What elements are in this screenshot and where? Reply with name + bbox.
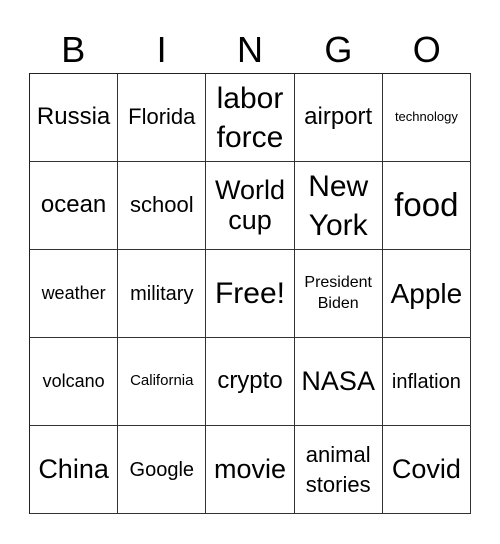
- cell-text: Apple: [390, 277, 463, 309]
- bingo-cell[interactable]: weather: [30, 250, 119, 338]
- bingo-cell[interactable]: technology: [382, 74, 471, 162]
- bingo-cell[interactable]: military: [118, 250, 207, 338]
- bingo-cell[interactable]: movie: [206, 426, 295, 514]
- bingo-cell[interactable]: airport: [294, 74, 383, 162]
- cell-text: animal stories: [305, 441, 371, 497]
- bingo-cell[interactable]: China: [30, 426, 119, 514]
- bingo-cell[interactable]: volcano: [30, 338, 119, 426]
- cell-text: Covid: [391, 453, 461, 484]
- bingo-cell[interactable]: Google: [118, 426, 207, 514]
- bingo-cell[interactable]: food: [382, 162, 471, 250]
- bingo-cell[interactable]: California: [118, 338, 207, 426]
- cell-text: technology: [394, 109, 458, 125]
- bingo-cell[interactable]: Apple: [382, 250, 471, 338]
- cell-text: Google: [129, 458, 195, 481]
- bingo-cell[interactable]: Florida: [118, 74, 207, 162]
- bingo-cell[interactable]: World cup: [206, 162, 295, 250]
- bingo-cell[interactable]: crypto: [206, 338, 295, 426]
- cell-text: World cup: [214, 174, 285, 235]
- cell-text: President Biden: [304, 273, 372, 312]
- bingo-cell[interactable]: ocean: [30, 162, 119, 250]
- bingo-card-grid: Russia Florida labor force airport techn…: [29, 73, 471, 514]
- bingo-cell[interactable]: Covid: [382, 426, 471, 514]
- cell-text: Russia: [36, 103, 111, 131]
- cell-text: Florida: [128, 104, 196, 130]
- bingo-header: B I N G O: [29, 28, 471, 72]
- cell-text: school: [129, 192, 194, 218]
- cell-text: New York: [308, 169, 369, 242]
- bingo-cell[interactable]: school: [118, 162, 207, 250]
- header-letter-o: O: [412, 29, 441, 70]
- bingo-cell[interactable]: Russia: [30, 74, 119, 162]
- cell-text: China: [38, 453, 109, 484]
- bingo-cell[interactable]: inflation: [382, 338, 471, 426]
- cell-text: weather: [41, 282, 106, 303]
- cell-text: crypto: [217, 367, 283, 395]
- cell-text: labor force: [216, 81, 284, 154]
- cell-text: inflation: [391, 370, 461, 393]
- cell-text: ocean: [40, 191, 107, 219]
- header-letter-i: I: [156, 29, 167, 70]
- cell-text: California: [130, 372, 194, 390]
- header-letter-n: N: [236, 29, 263, 70]
- free-space-cell[interactable]: Free!: [206, 250, 295, 338]
- cell-text: movie: [213, 453, 286, 484]
- bingo-cell[interactable]: labor force: [206, 74, 295, 162]
- header-letter-g: G: [324, 29, 353, 70]
- bingo-cell[interactable]: NASA: [294, 338, 383, 426]
- header-letter-b: B: [61, 29, 86, 70]
- bingo-cell[interactable]: animal stories: [294, 426, 383, 514]
- cell-text: military: [130, 282, 194, 305]
- cell-text: food: [394, 186, 459, 224]
- cell-text: airport: [304, 103, 373, 131]
- cell-text: Free!: [214, 277, 285, 310]
- bingo-cell[interactable]: New York: [294, 162, 383, 250]
- cell-text: volcano: [42, 370, 105, 391]
- cell-text: NASA: [301, 365, 375, 396]
- bingo-cell[interactable]: President Biden: [294, 250, 383, 338]
